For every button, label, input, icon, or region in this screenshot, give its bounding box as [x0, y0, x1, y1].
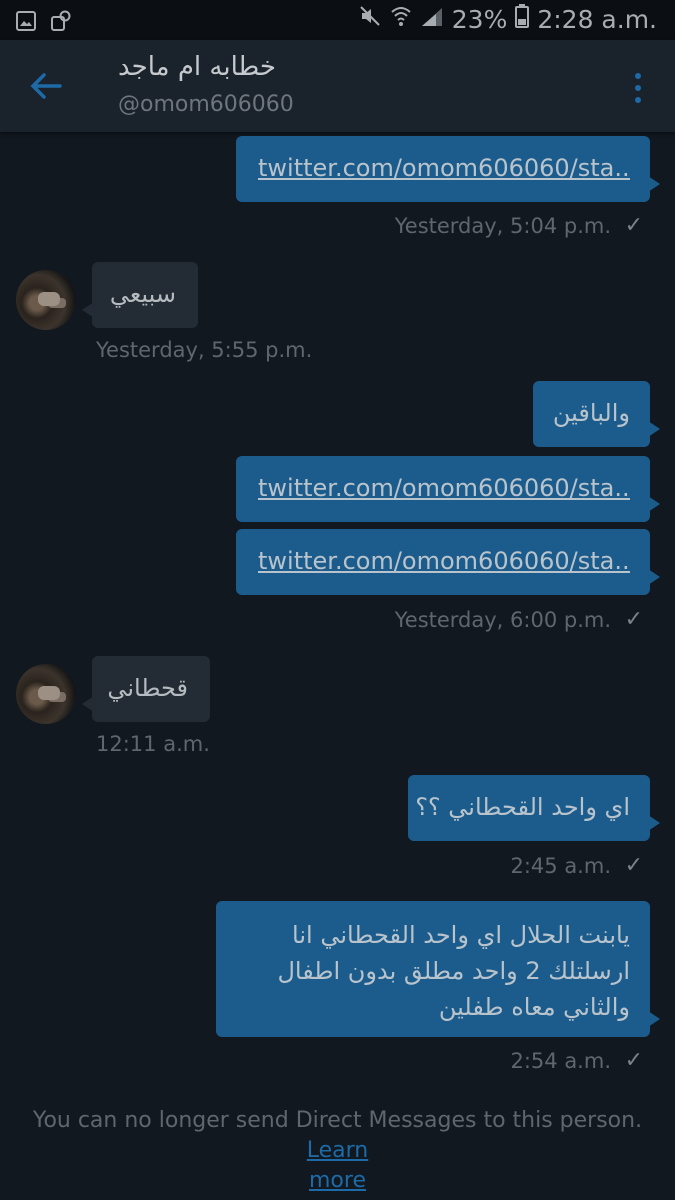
message-text: والباقين	[552, 399, 630, 427]
sent-check-icon: ✓	[624, 213, 643, 238]
message-text: اي واحد القحطاني ؟؟	[415, 793, 630, 821]
message-timestamp: 2:45 a.m.	[510, 854, 611, 878]
tweet-link[interactable]: twitter.com/omom606060/sta...	[258, 474, 630, 502]
received-message[interactable]: سبيعي	[82, 262, 198, 328]
message-text: قحطاني	[107, 674, 188, 702]
message-text: سبيعي	[109, 280, 176, 308]
message-line: والثاني معاه طفلين	[438, 993, 630, 1021]
gallery-icon	[16, 11, 36, 35]
dm-disabled-notice: You can no longer send Direct Messages t…	[0, 1106, 675, 1196]
message-timestamp: Yesterday, 5:04 p.m.	[394, 214, 611, 238]
sent-message[interactable]: يابنت الحلال اي واحد القحطاني انا ارسلتل…	[216, 901, 660, 1037]
message-timestamp: Yesterday, 6:00 p.m.	[394, 608, 611, 632]
status-bar: 23% 2:28 a.m.	[0, 0, 675, 40]
sent-message-link[interactable]: twitter.com/omom606060/sta...	[236, 456, 660, 522]
signal-icon	[420, 5, 444, 34]
sent-message[interactable]: والباقين	[533, 381, 660, 447]
received-message[interactable]: قحطاني	[82, 656, 210, 722]
wifi-icon	[390, 4, 412, 34]
message-timestamp: 2:54 a.m.	[510, 1049, 611, 1073]
message-line: يابنت الحلال اي واحد القحطاني انا	[292, 921, 630, 949]
mute-icon	[358, 4, 382, 34]
message-timestamp: 12:11 a.m.	[96, 732, 210, 756]
message-line: ارسلتلك 2 واحد مطلق بدون اطفال	[277, 957, 630, 985]
sent-message[interactable]: اي واحد القحطاني ؟؟	[408, 775, 660, 841]
learn-more-link[interactable]: Learn more	[307, 1138, 369, 1193]
back-arrow-icon	[30, 73, 62, 99]
contact-avatar[interactable]	[16, 270, 76, 330]
sent-message-link[interactable]: twitter.com/omom606060/sta...	[236, 529, 660, 595]
notice-text: You can no longer send Direct Messages t…	[32, 1108, 643, 1133]
battery-icon	[515, 4, 530, 34]
contact-name: خطابه ام ماجد	[118, 52, 276, 82]
sent-check-icon: ✓	[624, 607, 643, 632]
sent-check-icon: ✓	[624, 1048, 643, 1073]
contact-avatar[interactable]	[16, 664, 76, 724]
battery-percent: 23%	[451, 4, 508, 34]
contact-handle: @omom606060	[118, 92, 294, 117]
more-vertical-icon	[635, 73, 641, 103]
clock: 2:28 a.m.	[537, 4, 657, 34]
tweet-link[interactable]: twitter.com/omom606060/sta...	[258, 154, 630, 182]
notification-badge-icon	[50, 10, 72, 36]
conversation-header: خطابه ام ماجد @omom606060	[0, 40, 675, 132]
message-timestamp: Yesterday, 5:55 p.m.	[96, 338, 313, 362]
sent-message-link[interactable]: twitter.com/omom606060/sta...	[236, 136, 660, 202]
back-button[interactable]	[24, 64, 68, 108]
tweet-link[interactable]: twitter.com/omom606060/sta...	[258, 547, 630, 575]
sent-check-icon: ✓	[624, 853, 643, 878]
more-options-button[interactable]	[623, 68, 653, 108]
